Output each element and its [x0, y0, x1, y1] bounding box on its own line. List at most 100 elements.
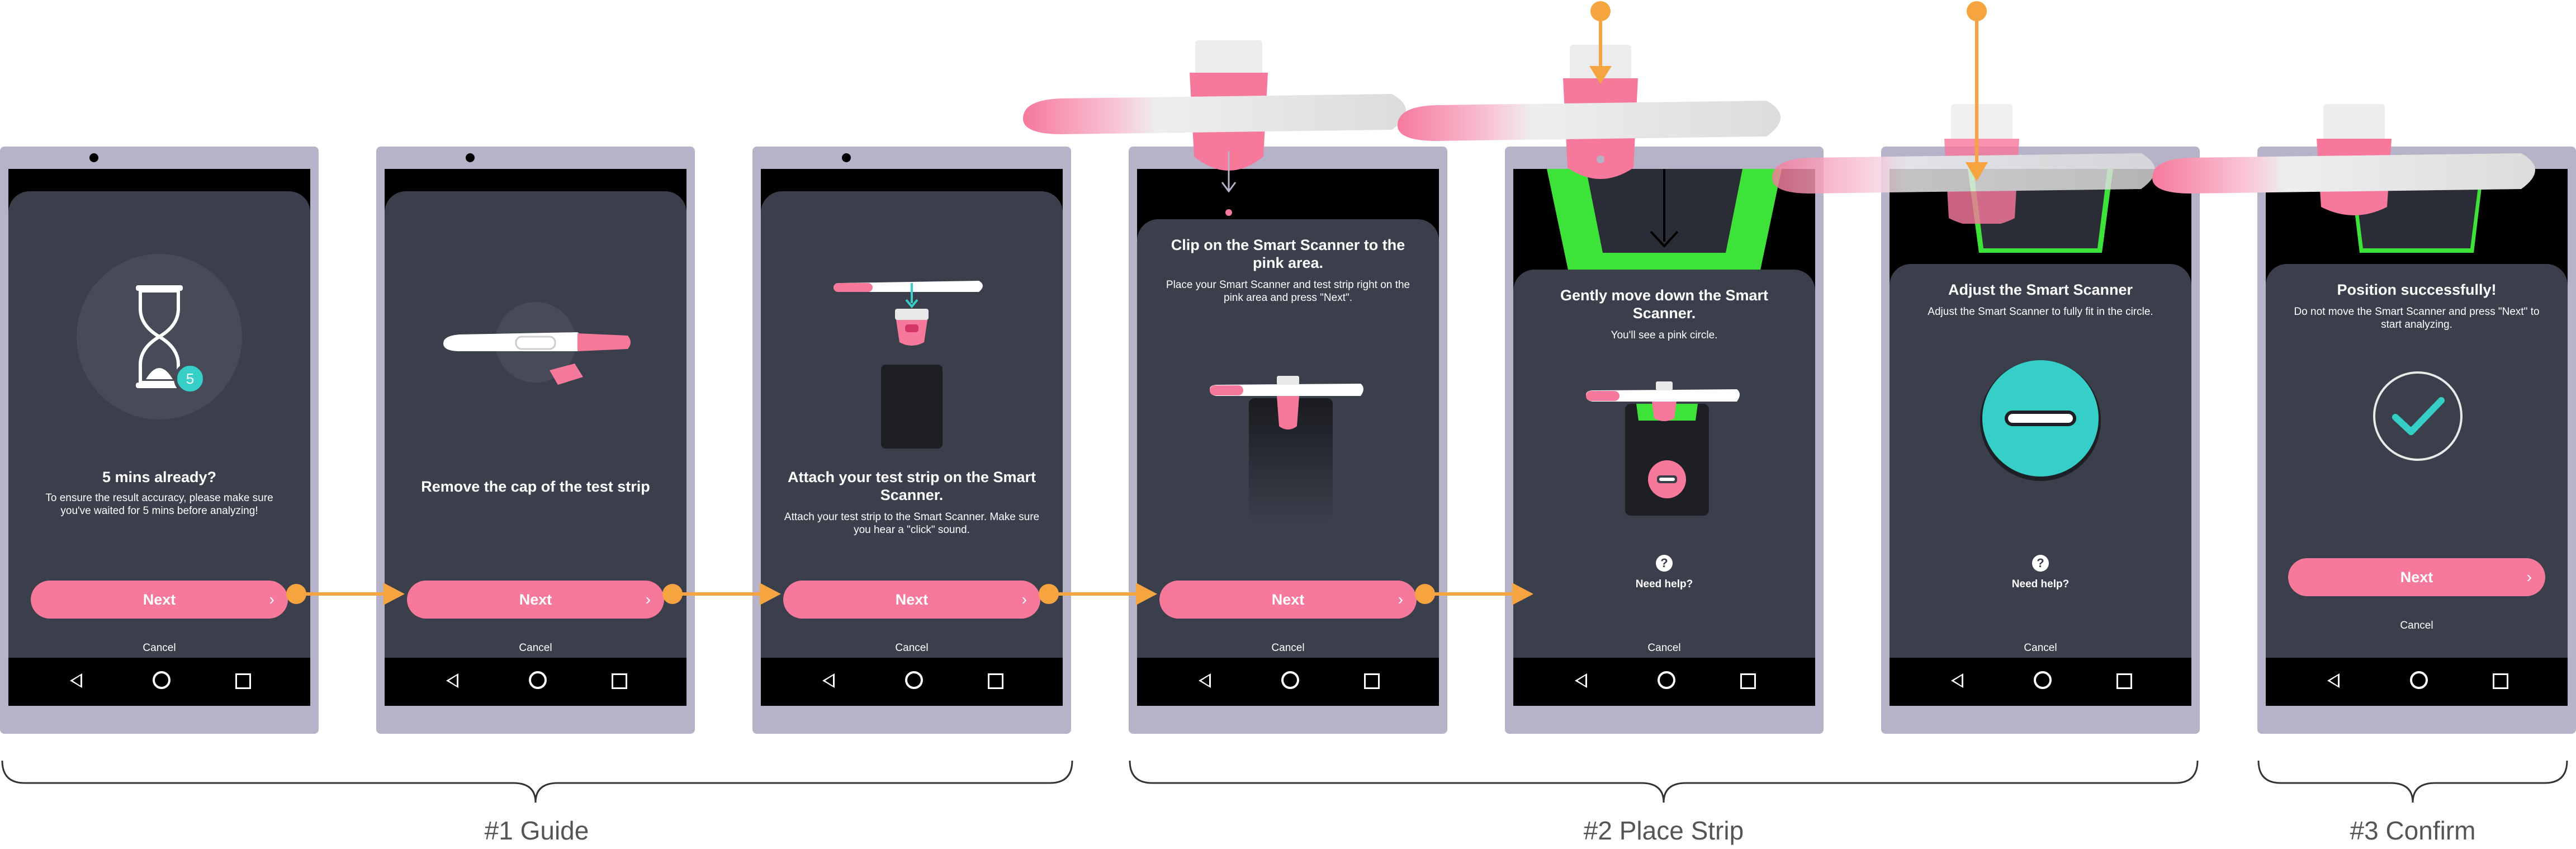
- next-button[interactable]: Next ›: [1159, 581, 1417, 619]
- screen-body: Do not move the Smart Scanner and press …: [2294, 306, 2540, 331]
- home-nav-icon[interactable]: [1658, 671, 1675, 689]
- brace-place-strip: [1129, 760, 2199, 803]
- phone-screen-5: Gently move down the Smart Scanner. You'…: [1505, 147, 1824, 734]
- chevron-right-icon: ›: [1021, 591, 1027, 608]
- help-icon[interactable]: ?: [2032, 555, 2049, 572]
- recent-apps-icon[interactable]: [1364, 673, 1380, 689]
- recent-apps-icon[interactable]: [2493, 673, 2508, 689]
- brace-confirm: [2257, 760, 2568, 803]
- chevron-right-icon: ›: [1398, 591, 1403, 608]
- screen-title: Gently move down the Smart Scanner.: [1560, 287, 1769, 322]
- chevron-right-icon: ›: [2526, 568, 2532, 586]
- phone-screen-7: Position successfully! Do not move the S…: [2257, 147, 2576, 734]
- flow-connector-1: [296, 592, 386, 596]
- back-nav-icon[interactable]: [2327, 673, 2340, 688]
- flow-arrowhead-4: [1512, 583, 1533, 605]
- cancel-button[interactable]: Cancel: [1513, 642, 1815, 654]
- android-nav-bar: [761, 658, 1063, 706]
- help-icon[interactable]: ?: [1656, 555, 1673, 572]
- cancel-button[interactable]: Cancel: [1890, 642, 2191, 654]
- back-nav-icon[interactable]: [70, 673, 82, 688]
- screen-body: You'll see a pink circle.: [1611, 329, 1718, 341]
- home-nav-icon[interactable]: [2034, 671, 2052, 689]
- recent-apps-icon[interactable]: [988, 673, 1003, 689]
- recent-apps-icon[interactable]: [1740, 673, 1756, 689]
- section-braces: [1, 760, 2568, 803]
- cancel-button[interactable]: Cancel: [8, 642, 310, 654]
- screen-body: Place your Smart Scanner and test strip …: [1166, 279, 1410, 304]
- flow-connector-2: [673, 592, 762, 596]
- next-button[interactable]: Next ›: [31, 581, 288, 619]
- screen-body: Attach your test strip to the Smart Scan…: [784, 511, 1040, 536]
- home-nav-icon[interactable]: [905, 671, 923, 689]
- android-nav-bar: [1513, 658, 1815, 706]
- screen-title: Clip on the Smart Scanner to the pink ar…: [1171, 237, 1405, 271]
- adjust-circle-illustration: [1980, 360, 2101, 481]
- phone-screen-1: 5 5 mins already? To ensure the result a…: [0, 147, 319, 734]
- phone-screen-4: Clip on the Smart Scanner to the pink ar…: [1129, 147, 1447, 734]
- chevron-right-icon: ›: [269, 591, 274, 608]
- screen-title: Attach your test strip on the Smart Scan…: [787, 469, 1036, 503]
- screen-title: Position successfully!: [2337, 281, 2497, 298]
- next-label: Next: [2400, 569, 2433, 586]
- home-nav-icon[interactable]: [153, 671, 171, 689]
- next-label: Next: [1271, 591, 1305, 608]
- phone-screen-2: Remove the cap of the test strip Next › C…: [376, 147, 695, 734]
- smart-scanner-device: [1772, 104, 2155, 224]
- back-nav-icon[interactable]: [1951, 673, 1963, 688]
- screen-body: To ensure the result accuracy, please ma…: [45, 492, 273, 517]
- home-nav-icon[interactable]: [1281, 671, 1299, 689]
- hourglass-illustration: 5: [77, 254, 242, 419]
- home-nav-icon[interactable]: [529, 671, 547, 689]
- attach-strip-illustration: [834, 281, 983, 449]
- section-label-confirm: #3 Confirm: [2350, 816, 2476, 845]
- recent-apps-icon[interactable]: [612, 673, 627, 689]
- flow-dot-2: [662, 584, 683, 604]
- flow-dot-4: [1415, 584, 1435, 604]
- flow-arrowhead-3: [1136, 583, 1157, 605]
- next-button[interactable]: Next ›: [2288, 558, 2545, 596]
- home-nav-icon[interactable]: [2410, 671, 2428, 689]
- back-nav-icon[interactable]: [822, 673, 835, 688]
- android-nav-bar: [2266, 658, 2568, 706]
- flow-connector-3: [1049, 592, 1138, 596]
- need-help-link[interactable]: Need help?: [1513, 578, 1815, 591]
- recent-apps-icon[interactable]: [235, 673, 251, 689]
- back-nav-icon[interactable]: [1199, 673, 1211, 688]
- cancel-button[interactable]: Cancel: [761, 642, 1063, 654]
- section-label-guide: #1 Guide: [484, 816, 589, 845]
- scanner-overlay-illustrations: [1023, 1, 2535, 224]
- next-button[interactable]: Next ›: [407, 581, 664, 619]
- screen-body: Adjust the Smart Scanner to fully fit in…: [1928, 306, 2153, 318]
- brace-guide: [1, 760, 1073, 803]
- flow-dot-3: [1039, 584, 1059, 604]
- back-nav-icon[interactable]: [446, 673, 458, 688]
- recent-apps-icon[interactable]: [2116, 673, 2132, 689]
- android-nav-bar: [385, 658, 686, 706]
- chevron-right-icon: ›: [645, 591, 651, 608]
- smart-scanner-device: [2152, 104, 2535, 215]
- screen-title: 5 mins already?: [102, 469, 217, 485]
- smart-scanner-device: [1398, 45, 1781, 179]
- back-nav-icon[interactable]: [1575, 673, 1587, 688]
- flow-arrowhead-1: [383, 583, 405, 605]
- android-nav-bar: [1890, 658, 2191, 706]
- cancel-button[interactable]: Cancel: [385, 642, 686, 654]
- cancel-button[interactable]: Cancel: [2266, 620, 2568, 632]
- checkmark-icon: [2373, 371, 2463, 461]
- smart-scanner-device: [1023, 40, 1406, 216]
- phone-screen-6: Adjust the Smart Scanner Adjust the Smar…: [1881, 147, 2200, 734]
- cancel-button[interactable]: Cancel: [1137, 642, 1439, 654]
- flow-connector-4: [1425, 592, 1514, 596]
- smart-scanner-icon: [895, 309, 929, 346]
- phone-screen-3: Attach your test strip on the Smart Scan…: [752, 147, 1071, 734]
- flow-arrowhead-2: [760, 583, 781, 605]
- screen-title: Remove the cap of the test strip: [421, 478, 650, 495]
- next-button[interactable]: Next ›: [783, 581, 1040, 619]
- android-nav-bar: [1137, 658, 1439, 706]
- timer-badge: 5: [186, 370, 194, 387]
- screen-title: Adjust the Smart Scanner: [1948, 281, 2133, 298]
- android-nav-bar: [8, 658, 310, 706]
- need-help-link[interactable]: Need help?: [1890, 578, 2191, 591]
- section-label-place-strip: #2 Place Strip: [1583, 816, 1744, 845]
